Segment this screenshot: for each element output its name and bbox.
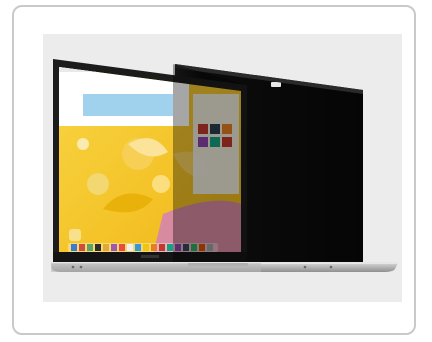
product-photo — [43, 34, 402, 302]
laptop-screen — [53, 59, 247, 262]
laptop-base — [51, 262, 398, 272]
camera-cutout — [271, 82, 281, 87]
laptop-illustration — [51, 59, 398, 272]
